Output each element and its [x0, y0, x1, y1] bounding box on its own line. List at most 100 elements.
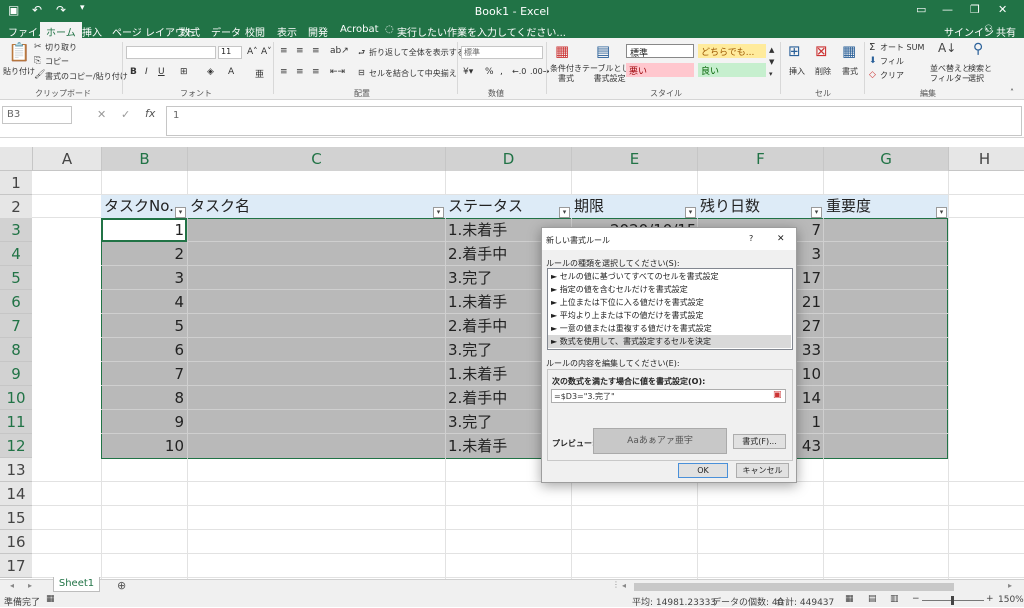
- prev-sheet-icon[interactable]: ◂: [10, 581, 14, 590]
- cell-remaining-days[interactable]: 33: [797, 338, 821, 362]
- font-name-field[interactable]: [126, 46, 216, 59]
- align-middle-icon[interactable]: ≡: [296, 46, 304, 56]
- row-header-7[interactable]: 7: [0, 314, 32, 338]
- cell-status[interactable]: 1.未着手: [448, 218, 507, 242]
- column-header-c[interactable]: C: [187, 147, 445, 171]
- scroll-right-icon[interactable]: ▸: [1008, 581, 1012, 590]
- rule-type-item[interactable]: ► 指定の値を含むセルだけを書式設定: [548, 283, 791, 296]
- formula-input[interactable]: 1: [166, 106, 1022, 136]
- cell-status[interactable]: 2.着手中: [448, 314, 507, 338]
- cell-task-no[interactable]: 3: [104, 266, 184, 290]
- merge-center-button[interactable]: セルを結合して中央揃え: [369, 68, 457, 79]
- row-header-8[interactable]: 8: [0, 338, 32, 362]
- currency-icon[interactable]: ¥▾: [463, 67, 473, 77]
- align-center-icon[interactable]: ≡: [296, 67, 304, 77]
- cell-task-no[interactable]: 1: [104, 218, 184, 242]
- row-header-14[interactable]: 14: [0, 482, 32, 506]
- row-header-3[interactable]: 3: [0, 218, 32, 242]
- cell-task-no[interactable]: 7: [104, 362, 184, 386]
- number-format-field[interactable]: 標準: [461, 46, 543, 59]
- formula-input-field[interactable]: =$D3="3.完了": [551, 389, 786, 403]
- grow-font-icon[interactable]: A˄: [247, 47, 258, 57]
- format-cells-button[interactable]: 書式: [842, 66, 858, 77]
- tab-home[interactable]: ホーム: [40, 22, 82, 39]
- indent-icon[interactable]: ⇤⇥: [330, 67, 345, 77]
- phonetic-icon[interactable]: 亜: [255, 67, 264, 80]
- range-select-icon[interactable]: ▣: [773, 390, 782, 400]
- align-top-icon[interactable]: ≡: [280, 46, 288, 56]
- orientation-icon[interactable]: ab↗: [330, 46, 349, 56]
- cut-button[interactable]: 切り取り: [45, 42, 77, 53]
- cell-task-no[interactable]: 2: [104, 242, 184, 266]
- column-header-b[interactable]: B: [101, 147, 187, 171]
- select-all-corner[interactable]: [0, 147, 32, 171]
- paste-icon[interactable]: 📋: [8, 42, 30, 63]
- cell-task-no[interactable]: 10: [104, 434, 184, 458]
- style-neutral[interactable]: どちらでも...: [698, 44, 766, 58]
- cell-status[interactable]: 3.完了: [448, 410, 492, 434]
- column-header-h[interactable]: H: [948, 147, 1020, 171]
- align-right-icon[interactable]: ≡: [312, 67, 320, 77]
- column-header-e[interactable]: E: [571, 147, 697, 171]
- column-header-d[interactable]: D: [445, 147, 571, 171]
- cell-status[interactable]: 1.未着手: [448, 290, 507, 314]
- rule-type-item[interactable]: ► 上位または下位に入る値だけを書式設定: [548, 296, 791, 309]
- name-box[interactable]: B3: [2, 106, 72, 124]
- row-header-2[interactable]: 2: [0, 195, 32, 219]
- row-header-11[interactable]: 11: [0, 410, 32, 434]
- rule-type-item[interactable]: ► セルの値に基づいてすべてのセルを書式設定: [548, 270, 791, 283]
- restore-icon[interactable]: ❐: [970, 3, 980, 16]
- cancel-entry-icon[interactable]: ✕: [97, 108, 106, 121]
- style-good[interactable]: 良い: [698, 63, 766, 77]
- cell-status[interactable]: 3.完了: [448, 266, 492, 290]
- row-header-9[interactable]: 9: [0, 362, 32, 386]
- cell-status[interactable]: 1.未着手: [448, 362, 507, 386]
- zoom-level[interactable]: 150%: [998, 595, 1024, 605]
- row-header-6[interactable]: 6: [0, 290, 32, 314]
- row-header-16[interactable]: 16: [0, 530, 32, 554]
- format-painter-button[interactable]: 書式のコピー/貼り付け: [45, 71, 128, 82]
- filter-dropdown-icon[interactable]: ▾: [559, 207, 570, 218]
- header-task-name[interactable]: タスク名: [190, 195, 250, 218]
- zoom-slider-handle[interactable]: [951, 596, 954, 605]
- normal-view-icon[interactable]: ▦: [845, 594, 854, 604]
- column-header-f[interactable]: F: [697, 147, 823, 171]
- cell-remaining-days[interactable]: 7: [797, 218, 821, 242]
- shrink-font-icon[interactable]: A˅: [261, 47, 272, 57]
- macro-record-icon[interactable]: ▦: [46, 594, 55, 604]
- close-icon[interactable]: ✕: [998, 3, 1007, 16]
- style-normal[interactable]: 標準: [626, 44, 694, 59]
- bold-icon[interactable]: B: [130, 67, 137, 77]
- copy-button[interactable]: コピー: [45, 56, 69, 67]
- autosum-button[interactable]: オート SUM: [880, 42, 924, 53]
- sheet-tab-sheet1[interactable]: Sheet1: [53, 577, 100, 592]
- share-button[interactable]: 共有: [996, 24, 1016, 39]
- style-bad[interactable]: 悪い: [626, 63, 694, 77]
- styles-scroll-down-icon[interactable]: ▼: [769, 58, 774, 66]
- paste-button[interactable]: 貼り付け: [3, 66, 35, 77]
- next-sheet-icon[interactable]: ▸: [28, 581, 32, 590]
- zoom-in-icon[interactable]: +: [986, 594, 994, 604]
- align-bottom-icon[interactable]: ≡: [312, 46, 320, 56]
- filter-dropdown-icon[interactable]: ▾: [175, 207, 186, 218]
- format-button[interactable]: 書式(F)...: [733, 434, 786, 449]
- tab-view[interactable]: 表示: [277, 24, 297, 39]
- scroll-left-icon[interactable]: ◂: [622, 581, 626, 590]
- underline-icon[interactable]: U: [158, 67, 165, 77]
- header-remaining-days[interactable]: 残り日数: [700, 195, 760, 218]
- add-sheet-icon[interactable]: ⊕: [117, 579, 126, 592]
- fill-button[interactable]: フィル: [880, 56, 904, 67]
- cell-remaining-days[interactable]: 14: [797, 386, 821, 410]
- dialog-close-button[interactable]: ✕: [777, 234, 785, 244]
- page-layout-view-icon[interactable]: ▤: [868, 594, 877, 604]
- collapse-ribbon-icon[interactable]: ˄: [1010, 88, 1014, 97]
- ribbon-options-icon[interactable]: ▭: [916, 3, 926, 16]
- horizontal-scrollbar[interactable]: [634, 583, 954, 591]
- header-task-no[interactable]: タスクNo.: [104, 195, 174, 218]
- zoom-out-icon[interactable]: −: [912, 594, 920, 604]
- filter-dropdown-icon[interactable]: ▾: [936, 207, 947, 218]
- filter-dropdown-icon[interactable]: ▾: [811, 207, 822, 218]
- row-header-15[interactable]: 15: [0, 506, 32, 530]
- ok-button[interactable]: OK: [678, 463, 728, 478]
- cell-remaining-days[interactable]: 3: [797, 242, 821, 266]
